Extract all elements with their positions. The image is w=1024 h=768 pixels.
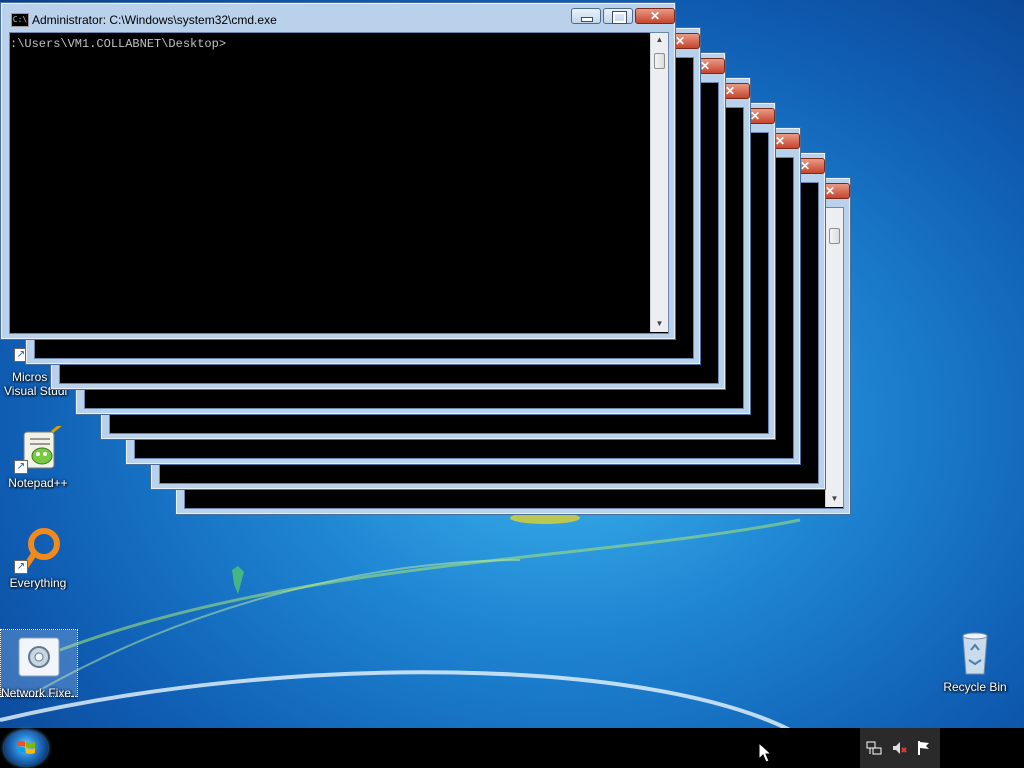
start-button[interactable] [4,730,48,766]
scrollbar-thumb [829,228,840,244]
scroll-up-arrow-icon[interactable]: ▲ [651,35,668,45]
mouse-cursor-icon [758,742,772,763]
cmd-window[interactable]: C:\ Administrator: C:\Windows\system32\c… [0,2,676,340]
window-title: Administrator: C:\Windows\system32\cmd.e… [32,13,277,27]
network-fixer-icon [15,636,63,684]
close-button[interactable]: ✕ [635,8,675,24]
close-icon: ✕ [674,34,686,48]
desktop-icon-everything[interactable]: ↗ Everything [0,526,76,590]
close-icon: ✕ [774,134,786,148]
close-icon: ✕ [799,159,811,173]
windows-logo-icon [17,741,35,754]
cmd-app-icon: C:\ [11,13,29,27]
minimize-icon [581,17,593,22]
command-prompt-line: :\Users\VM1.COLLABNET\Desktop> [10,37,227,51]
desktop-icon-label: Recycle Bin [943,680,1007,694]
close-icon: ✕ [749,109,761,123]
desktop-icon-label: Everything [9,576,67,590]
scroll-down-arrow-icon: ▼ [830,494,839,503]
volume-muted-icon[interactable] [892,740,908,756]
scroll-down-arrow-icon[interactable]: ▼ [651,319,668,329]
maximize-icon [612,11,627,24]
everything-search-icon: ↗ [14,526,62,574]
close-icon: ✕ [649,9,661,23]
notification-area [860,728,940,768]
desktop-icon-label: Network Fixe... [1,686,77,700]
vertical-scrollbar: ▼ [825,208,843,507]
shortcut-arrow-icon: ↗ [14,560,28,574]
desktop-icon-label: Notepad++ [8,476,68,490]
desktop-icon-notepad-plus-plus[interactable]: ↗ Notepad++ [0,422,76,490]
taskbar [0,728,1024,768]
scrollbar-thumb[interactable] [654,53,665,69]
network-icon[interactable] [866,740,882,756]
console-area[interactable]: :\Users\VM1.COLLABNET\Desktop> ▲ ▼ [9,32,669,334]
recycle-bin-icon [951,630,999,678]
notepad-plus-plus-icon: ↗ [14,422,63,474]
close-icon: ✕ [699,59,711,73]
desktop-icon-recycle-bin[interactable]: Recycle Bin [937,630,1013,694]
close-icon: ✕ [824,184,836,198]
vertical-scrollbar[interactable]: ▲ ▼ [650,33,668,332]
desktop-icon-network-fixer[interactable]: Network Fixe... [0,629,78,700]
shortcut-arrow-icon: ↗ [14,460,28,474]
minimize-button[interactable] [571,8,601,24]
close-icon: ✕ [724,84,736,98]
action-center-flag-icon[interactable] [916,740,932,756]
maximize-button[interactable] [603,8,633,24]
